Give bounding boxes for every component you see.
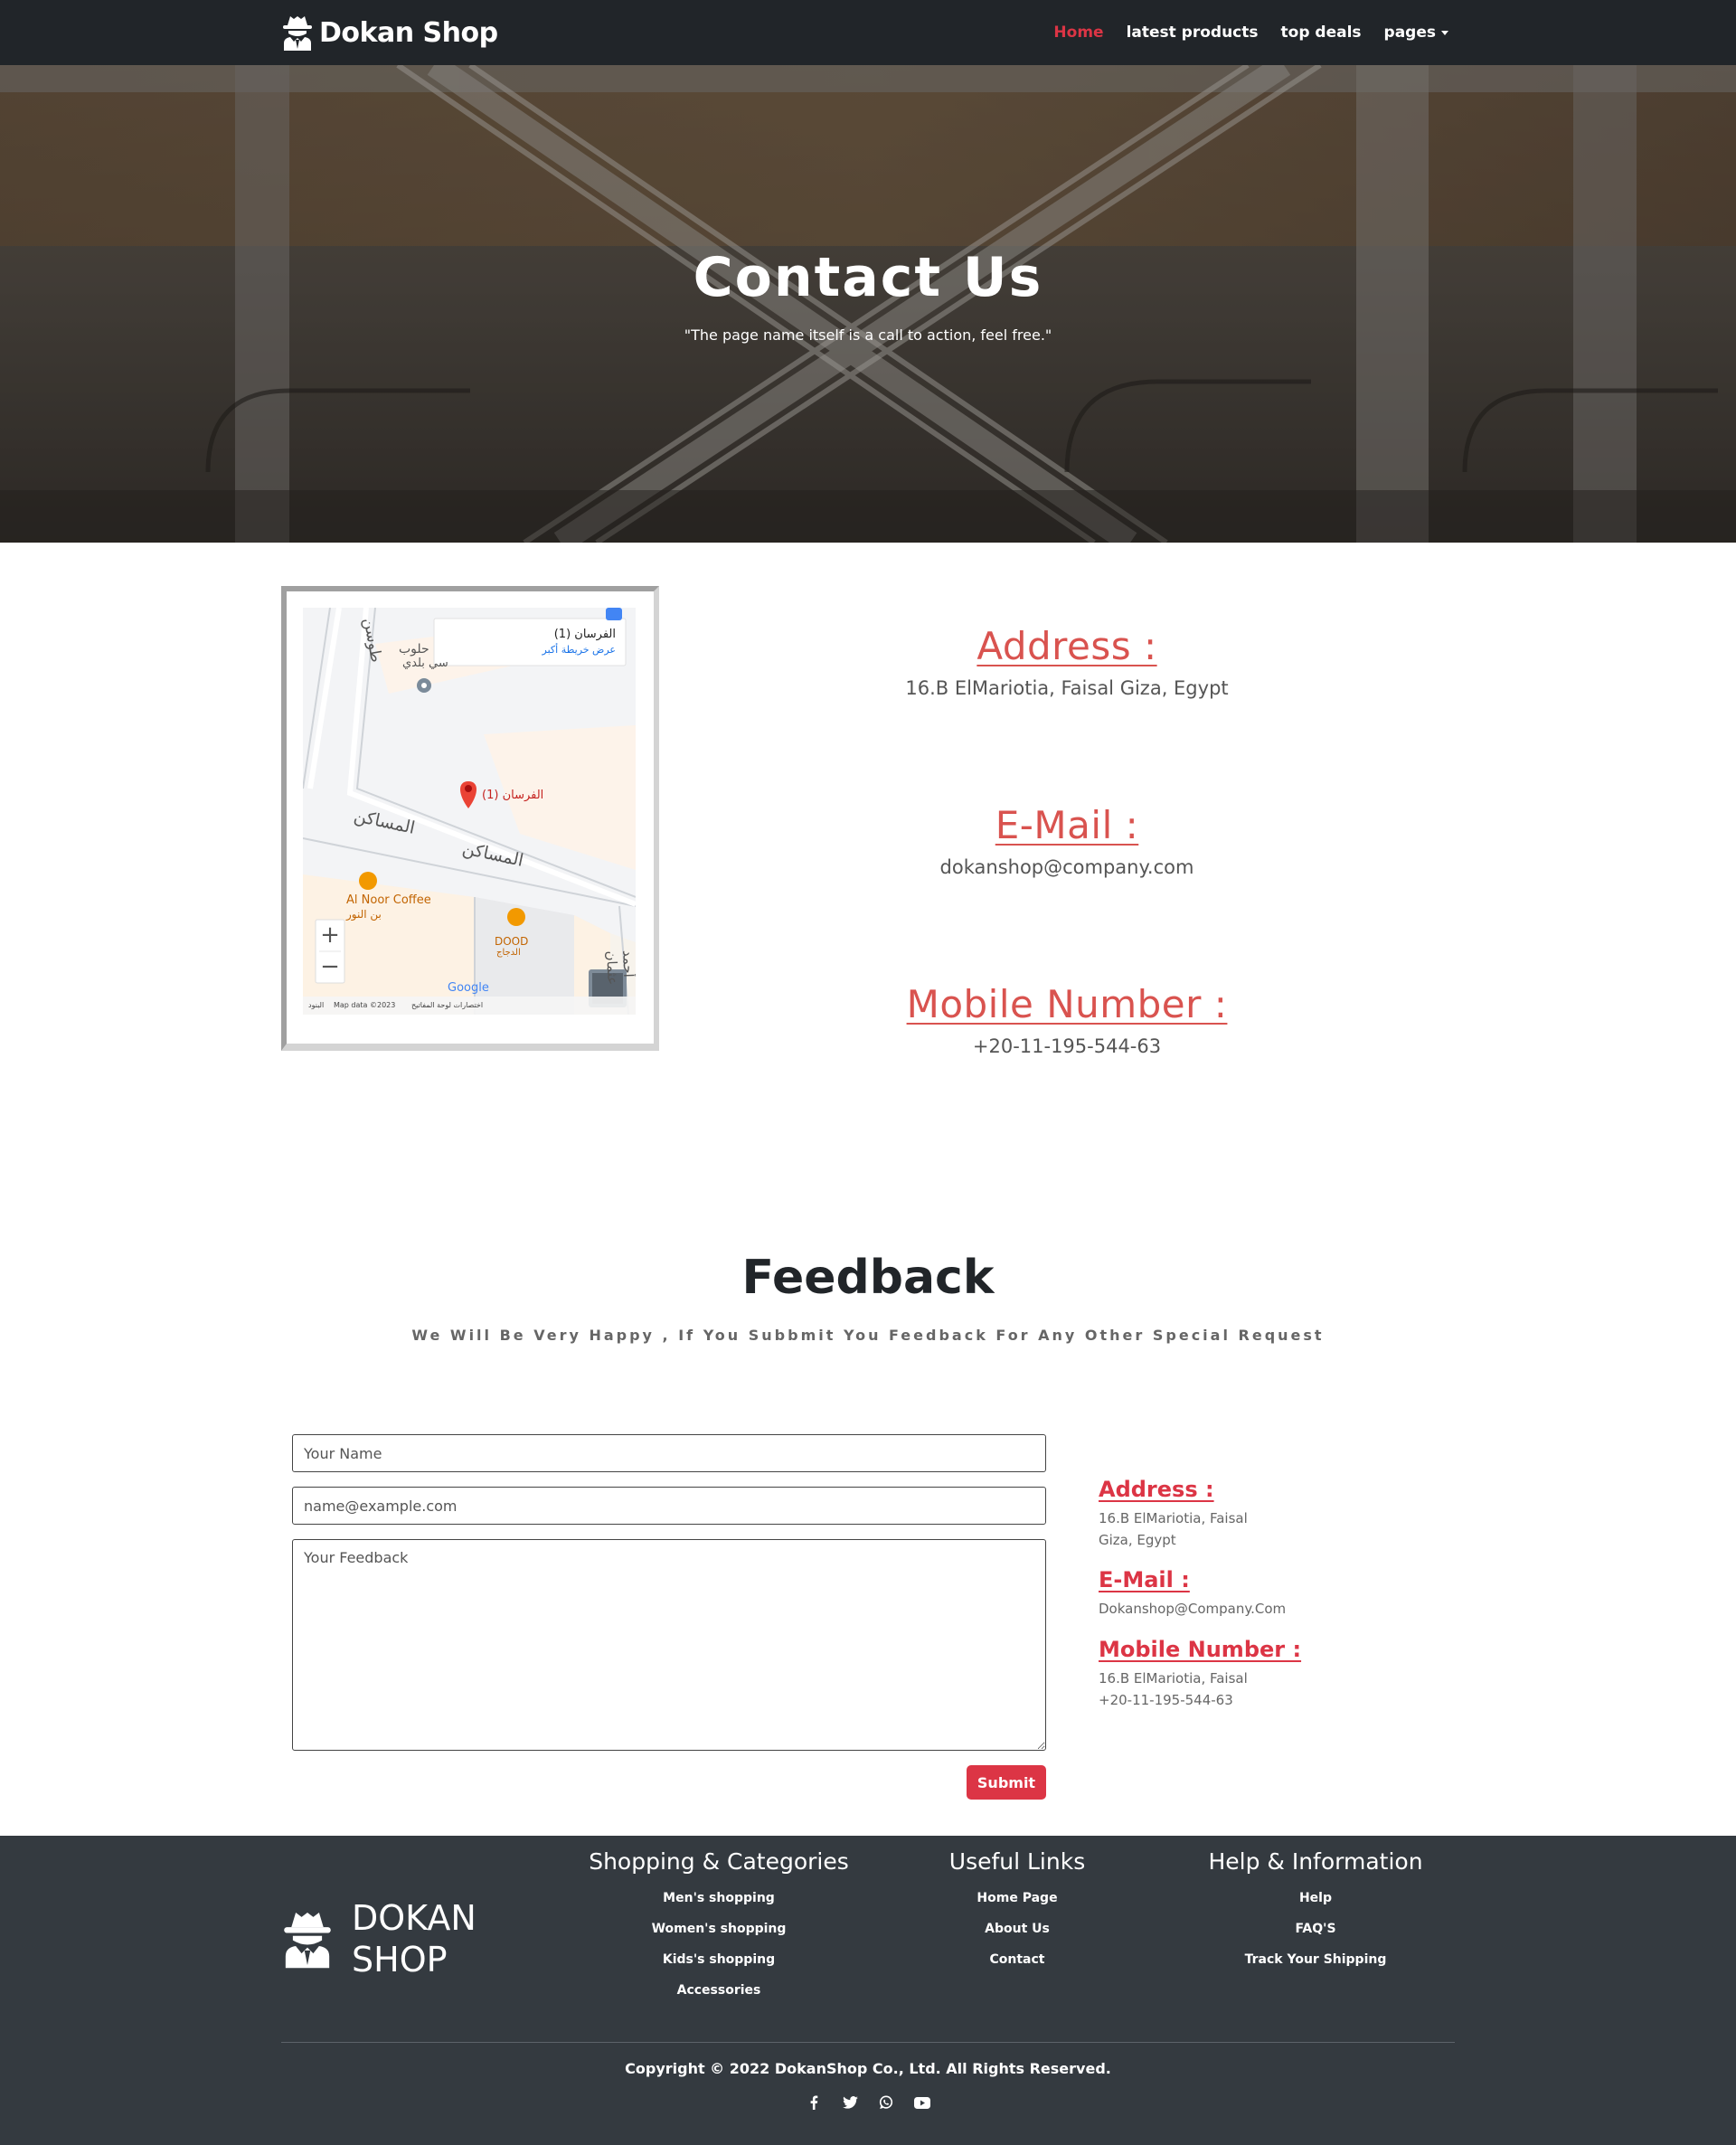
social-links [0,2093,1736,2112]
whatsapp-icon[interactable] [876,2093,896,2112]
nav-latest-products[interactable]: latest products [1127,24,1259,42]
zoom-out-button[interactable]: − [316,951,344,983]
contact-email-block: E-Mail : dokanshop@company.com [868,803,1266,878]
brand-logo[interactable]: Dokan Shop [281,10,498,55]
side-mobile-value: 16.B ElMariotia, Faisal +20-11-195-544-6… [1099,1668,1370,1711]
map-label-cafe-ar: بن النور [346,908,382,921]
map-satellite-toggle[interactable] [589,969,627,1007]
footer-link-kids[interactable]: Kids's shopping [583,1952,854,1967]
feedback-subtitle: We Will Be Very Happy , If You Subbmit Y… [411,1327,1325,1344]
map-label-cafe: Al Noor Coffee [346,893,431,907]
map-shortcuts-link[interactable]: اختصارات لوحة المفاتيح [411,1001,483,1009]
chevron-down-icon [1441,30,1448,35]
side-address-line-2: Giza, Egypt [1099,1532,1176,1548]
nav-links: Home latest products top deals pages [1031,0,1448,65]
footer-link-track-shipping[interactable]: Track Your Shipping [1180,1952,1451,1967]
youtube-icon[interactable] [912,2093,932,2112]
navbar: Dokan Shop Home latest products top deal… [0,0,1736,65]
footer-link-about[interactable]: About Us [927,1922,1108,1936]
twitter-icon[interactable] [840,2093,860,2112]
map-label-top-1: حلوب [399,642,429,657]
contact-address-block: Address : 16.B ElMariotia, Faisal Giza, … [868,624,1266,699]
side-mobile-line-1: 16.B ElMariotia, Faisal [1099,1670,1248,1687]
email-title: E-Mail : [995,803,1139,847]
footer-link-womens[interactable]: Women's shopping [583,1922,854,1936]
map-pin-label: الفرسان (1) [482,789,544,802]
footer-link-home[interactable]: Home Page [927,1891,1108,1905]
address-value: 16.B ElMariotia, Faisal Giza, Egypt [905,677,1229,699]
zoom-in-button[interactable]: + [316,920,344,951]
map-terms-link[interactable]: البنود [308,1001,324,1009]
map-canvas [303,608,636,1015]
footer-link-help[interactable]: Help [1180,1891,1451,1905]
facebook-icon[interactable] [804,2093,824,2112]
spy-icon [284,1913,331,1969]
footer-col-title: Useful Links [948,1848,1086,1875]
brand-name: Dokan Shop [319,16,498,49]
footer-link-accessories[interactable]: Accessories [583,1983,854,1998]
map-pin-icon[interactable] [457,780,480,810]
name-input[interactable] [292,1434,1046,1472]
spy-icon [283,16,312,51]
footer-logo-line-1: DOKAN [352,1898,476,1938]
footer: DOKAN SHOP Shopping & Categories Men's s… [0,1836,1736,2145]
nav-pages-dropdown[interactable]: pages [1384,24,1448,42]
footer-link-faqs[interactable]: FAQ'S [1180,1922,1451,1936]
footer-col-title: Help & Information [1208,1848,1423,1875]
map-frame: الفرسان (1) عرض خريطة أكبر المساكن المسا… [281,586,659,1051]
map-label-dood-ar: الدجاج [496,948,521,958]
footer-col-useful: Useful Links Home Page About Us Contact [927,1848,1108,1967]
map-place-name: الفرسان (1) [553,628,616,641]
side-address-value: 16.B ElMariotia, Faisal Giza, Egypt [1099,1507,1370,1551]
google-logo: Google [448,981,489,995]
side-mobile: Mobile Number : 16.B ElMariotia, Faisal … [1099,1637,1370,1711]
side-mobile-line-2: +20-11-195-544-63 [1099,1692,1233,1708]
email-input[interactable] [292,1487,1046,1525]
feedback-title: Feedback [741,1251,995,1305]
footer-col-help: Help & Information Help FAQ'S Track Your… [1180,1848,1451,1967]
mobile-value: +20-11-195-544-63 [972,1035,1162,1057]
contact-mobile-block: Mobile Number : +20-11-195-544-63 [868,982,1266,1057]
footer-link-mens[interactable]: Men's shopping [583,1891,854,1905]
footer-logo[interactable]: DOKAN SHOP [281,1897,476,1980]
hero-title: Contact Us [693,246,1043,309]
copyright-text: Copyright © 2022 DokanShop Co., Ltd. All… [625,2060,1111,2077]
footer-logo-text: DOKAN SHOP [352,1897,476,1980]
footer-col-title: Shopping & Categories [589,1848,849,1875]
address-title: Address : [976,624,1157,668]
side-email: E-Mail : Dokanshop@Company.Com [1099,1567,1370,1620]
side-address-title: Address : [1099,1477,1214,1502]
side-mobile-title: Mobile Number : [1099,1637,1302,1662]
map-label-top-2: سي بلدي [402,657,448,670]
side-address-line-1: 16.B ElMariotia, Faisal [1099,1510,1248,1526]
nav-home[interactable]: Home [1053,24,1103,42]
side-email-title: E-Mail : [1099,1567,1190,1592]
mobile-title: Mobile Number : [906,982,1228,1026]
footer-divider [281,2042,1455,2043]
map-label-dood: DOOD [495,935,529,948]
email-value: dokanshop@company.com [939,856,1194,878]
footer-col-shopping: Shopping & Categories Men's shopping Wom… [583,1848,854,1998]
hero-banner: Contact Us "The page name itself is a ca… [0,65,1736,543]
side-address: Address : 16.B ElMariotia, Faisal Giza, … [1099,1477,1370,1551]
embedded-map[interactable]: الفرسان (1) عرض خريطة أكبر المساكن المسا… [303,608,636,1015]
nav-top-deals[interactable]: top deals [1281,24,1362,42]
submit-button[interactable]: Submit [967,1765,1046,1800]
map-data-attribution: Map data ©2023 [334,1001,396,1009]
footer-logo-line-2: SHOP [352,1940,448,1980]
map-view-larger-link[interactable]: عرض خريطة أكبر [542,644,616,656]
feedback-textarea[interactable] [292,1539,1046,1751]
hero-subtitle: "The page name itself is a call to actio… [684,326,1052,344]
side-email-value: Dokanshop@Company.Com [1099,1601,1287,1617]
nav-pages-label: pages [1383,24,1436,42]
footer-link-contact[interactable]: Contact [927,1952,1108,1967]
